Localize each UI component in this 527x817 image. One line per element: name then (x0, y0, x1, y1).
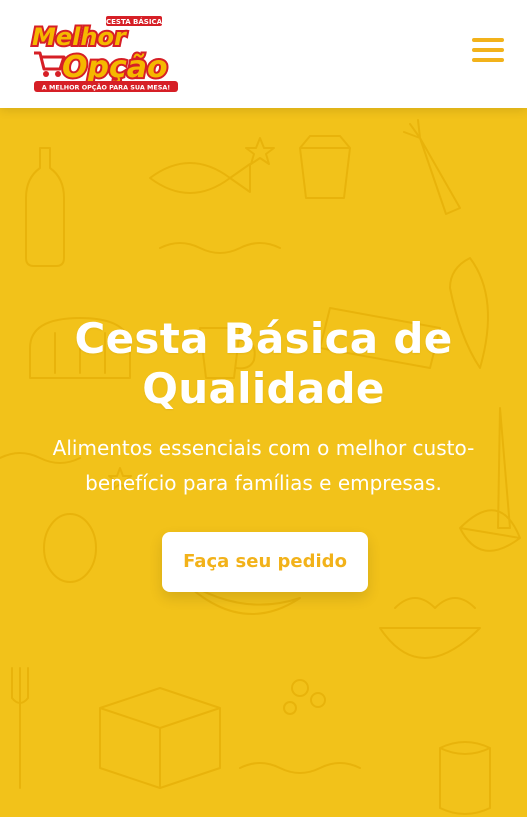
brand-logo[interactable]: CESTA BÁSICA Melhor Opção A MELHOR OPÇÃO… (30, 13, 190, 95)
menu-bar (472, 58, 504, 62)
hamburger-menu-icon[interactable] (472, 38, 504, 68)
hero-content: Cesta Básica de Qualidade Alimentos esse… (0, 108, 527, 817)
hero-title: Cesta Básica de Qualidade (74, 314, 453, 413)
logo-line1: Melhor (32, 23, 128, 51)
hero-subtitle: Alimentos essenciais com o melhor custo-… (52, 436, 475, 495)
site-header: CESTA BÁSICA Melhor Opção A MELHOR OPÇÃO… (0, 0, 527, 108)
logo-tagline: A MELHOR OPÇÃO PARA SUA MESA! (42, 83, 170, 92)
menu-bar (472, 38, 504, 42)
logo-line2: Opção (62, 50, 168, 85)
cart-icon (34, 51, 66, 77)
order-button[interactable]: Faça seu pedido (162, 532, 368, 592)
menu-bar (472, 48, 504, 52)
hero-section: Cesta Básica de Qualidade Alimentos esse… (0, 108, 527, 817)
